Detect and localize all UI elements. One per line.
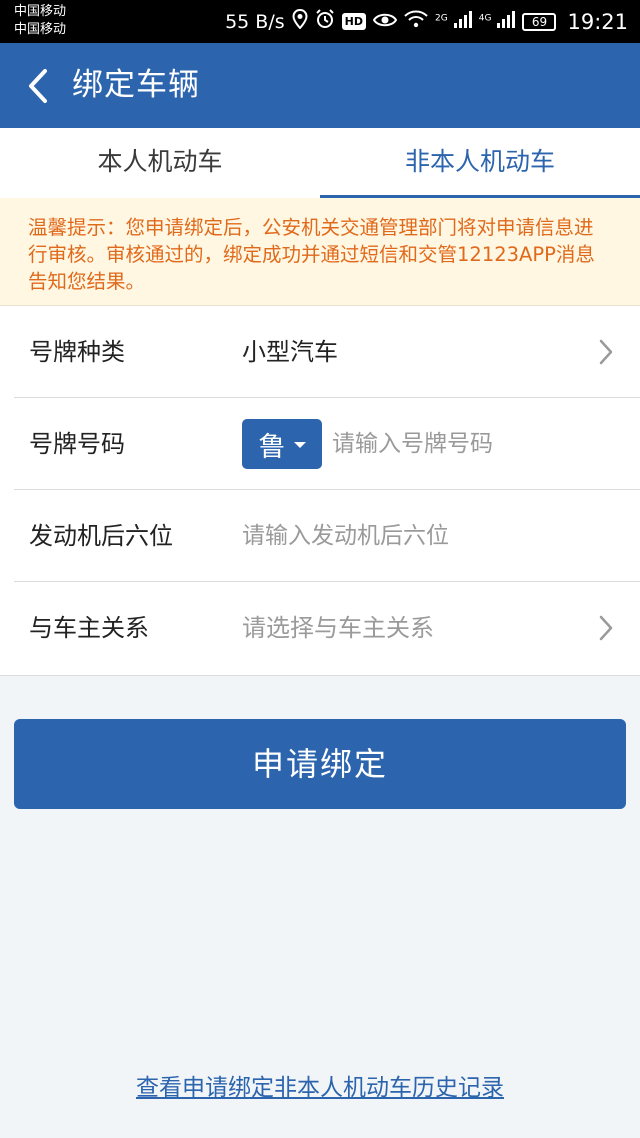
- chevron-left-icon: [29, 69, 47, 103]
- notice-text: 温馨提示：您申请绑定后，公安机关交通管理部门将对申请信息进行审核。审核通过的，绑…: [28, 216, 595, 293]
- alarm-icon: [315, 9, 335, 34]
- notice-banner: 温馨提示：您申请绑定后，公安机关交通管理部门将对申请信息进行审核。审核通过的，绑…: [0, 198, 640, 306]
- hd-icon: HD: [341, 13, 366, 30]
- tab-bar: 本人机动车 非本人机动车: [0, 128, 640, 200]
- engine-label: 发动机后六位: [29, 522, 173, 550]
- caret-down-icon: [293, 442, 306, 448]
- chevron-right-icon: [599, 339, 613, 365]
- carrier-label-1: 中国移动: [14, 4, 67, 19]
- plate-type-row[interactable]: 号牌种类 小型汽车: [14, 306, 640, 398]
- signal-4g-icon: 4G: [479, 10, 516, 33]
- plate-number-input[interactable]: [332, 418, 622, 470]
- signal-4g-label: 4G: [478, 13, 492, 24]
- wifi-icon: [404, 10, 428, 33]
- back-button[interactable]: [18, 61, 58, 111]
- plate-type-label: 号牌种类: [29, 338, 125, 366]
- clock: 19:21: [567, 9, 628, 34]
- tab-other-vehicle[interactable]: 非本人机动车: [320, 128, 640, 200]
- carrier-label-2: 中国移动: [14, 22, 67, 37]
- signal-2g-label: 2G: [434, 13, 448, 24]
- relation-placeholder: 请选择与车主关系: [242, 614, 434, 642]
- plate-number-label: 号牌号码: [29, 430, 125, 458]
- bind-form: 号牌种类 小型汽车 号牌号码 鲁 发动机后六位 与车主关系 请选择与车主关系: [0, 306, 640, 676]
- eye-icon: [372, 11, 398, 33]
- carrier-info: 中国移动 中国移动: [14, 3, 66, 39]
- engine-row: 发动机后六位: [14, 490, 640, 582]
- history-link[interactable]: 查看申请绑定非本人机动车历史记录: [0, 1068, 640, 1102]
- apply-bind-button[interactable]: 申请绑定: [14, 719, 626, 809]
- status-indicators: 55 B/s HD 2G 4G 69 19:21: [225, 0, 628, 43]
- chevron-right-icon: [599, 615, 613, 641]
- relation-row[interactable]: 与车主关系 请选择与车主关系: [14, 582, 640, 674]
- net-speed: 55 B/s: [225, 10, 285, 33]
- page-title: 绑定车辆: [72, 67, 200, 103]
- province-value: 鲁: [258, 431, 286, 463]
- province-select[interactable]: 鲁: [242, 419, 322, 469]
- location-icon: [292, 8, 308, 34]
- battery-icon: 69: [522, 12, 557, 31]
- plate-type-value: 小型汽车: [242, 338, 338, 366]
- tab-own-vehicle[interactable]: 本人机动车: [0, 128, 320, 198]
- status-bar: 中国移动 中国移动 55 B/s HD 2G 4G 69 19:21: [0, 0, 640, 43]
- relation-label: 与车主关系: [29, 614, 149, 642]
- plate-number-row: 号牌号码 鲁: [14, 398, 640, 490]
- app-header: 绑定车辆: [0, 43, 640, 128]
- signal-2g-icon: 2G: [435, 10, 472, 33]
- engine-input[interactable]: [242, 510, 602, 562]
